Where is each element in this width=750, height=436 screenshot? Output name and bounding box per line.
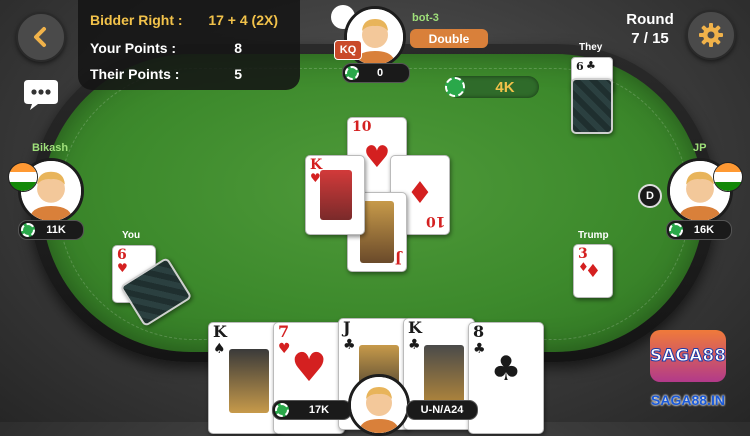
chip-icon	[669, 223, 683, 237]
they-card-suit: ♣	[586, 59, 596, 72]
chat-button[interactable]	[22, 78, 60, 112]
card-suit: ♣	[343, 337, 356, 353]
bot-3-name: bot-3	[412, 12, 439, 24]
gear-icon	[699, 23, 723, 47]
card-center-suit: ♣	[490, 349, 522, 389]
they-card-rank: 6	[576, 60, 584, 73]
pot-value: 4K	[495, 78, 515, 96]
chip-icon	[275, 403, 289, 417]
their-points-value: 5	[234, 66, 242, 82]
chip-icon	[21, 223, 35, 237]
my-avatar[interactable]	[348, 374, 410, 436]
you-card-rank: 6	[117, 247, 127, 263]
bidder-value: 17 + 4 (2X)	[208, 12, 278, 28]
india-flag-icon	[713, 162, 743, 192]
my-id: U-N/A24	[406, 400, 478, 420]
round-indicator: Round 7 / 15	[618, 10, 682, 48]
card-rank: 10	[352, 119, 372, 135]
hand-card-5[interactable]: 8 ♣ ♣	[468, 322, 544, 434]
india-flag-icon	[8, 162, 38, 192]
chat-bubble-icon	[24, 80, 58, 110]
you-card-suit: ♥	[117, 261, 128, 275]
round-label: Round	[626, 11, 674, 28]
bikash-name: Bikash	[32, 142, 69, 154]
settings-button[interactable]	[686, 10, 736, 60]
card-rank: 8	[473, 322, 485, 341]
site-url: SAGA88.IN	[651, 392, 725, 408]
king-portrait	[229, 349, 269, 413]
card-rank: K	[213, 322, 227, 341]
trump-card: 3 ♦ ♦	[573, 244, 613, 298]
your-points-label: Your Points :	[90, 40, 177, 56]
dealer-badge: D	[638, 184, 662, 208]
trump-card-rank: 3	[578, 246, 588, 262]
king-portrait	[320, 170, 352, 220]
jp-name: JP	[693, 142, 707, 154]
card-rank: J	[395, 250, 402, 266]
you-label: You	[122, 230, 141, 241]
card-suit: ♠	[213, 341, 226, 357]
bot-3-coins: 0	[342, 63, 410, 83]
chevron-left-icon	[34, 27, 46, 47]
card-rank: 10	[425, 213, 445, 229]
chip-icon	[345, 66, 359, 80]
they-card-back	[571, 78, 613, 134]
back-button[interactable]	[16, 12, 66, 62]
bidder-label: Bidder Right :	[90, 12, 183, 28]
round-value: 7 / 15	[631, 30, 669, 47]
played-card-left: K ♥	[305, 155, 365, 235]
jack-portrait	[360, 201, 394, 263]
my-coins: 17K	[272, 400, 352, 420]
they-label: They	[579, 42, 603, 53]
logo-text: SAGA88	[649, 346, 727, 367]
my-coins-value: 17K	[308, 404, 330, 416]
double-badge: Double	[410, 29, 488, 48]
trump-card-center-suit: ♦	[584, 261, 602, 282]
player-face-icon	[351, 377, 407, 433]
their-points-label: Their Points :	[90, 66, 180, 82]
jp-coins: 16K	[666, 220, 732, 240]
bid-badge: KQ	[334, 40, 362, 60]
bot-3-coins-value: 0	[376, 67, 384, 79]
hand-card-1[interactable]: K ♠	[208, 322, 280, 434]
card-center-suit: ♥	[291, 345, 327, 391]
jp-coins-value: 16K	[693, 224, 715, 236]
chip-icon	[445, 77, 465, 97]
bikash-coins: 11K	[18, 220, 84, 240]
score-panel: Bidder Right : 17 + 4 (2X) Your Points :…	[78, 0, 300, 90]
card-rank: 7	[278, 322, 290, 341]
saga88-logo: SAGA88	[646, 330, 730, 390]
your-points-value: 8	[234, 40, 242, 56]
bikash-coins-value: 11K	[46, 224, 66, 236]
card-rank: K	[408, 318, 422, 337]
pot-display: 4K	[445, 76, 539, 98]
trump-label: Trump	[578, 230, 609, 241]
card-suit: ♣	[408, 337, 421, 353]
card-rank: J	[343, 318, 351, 337]
